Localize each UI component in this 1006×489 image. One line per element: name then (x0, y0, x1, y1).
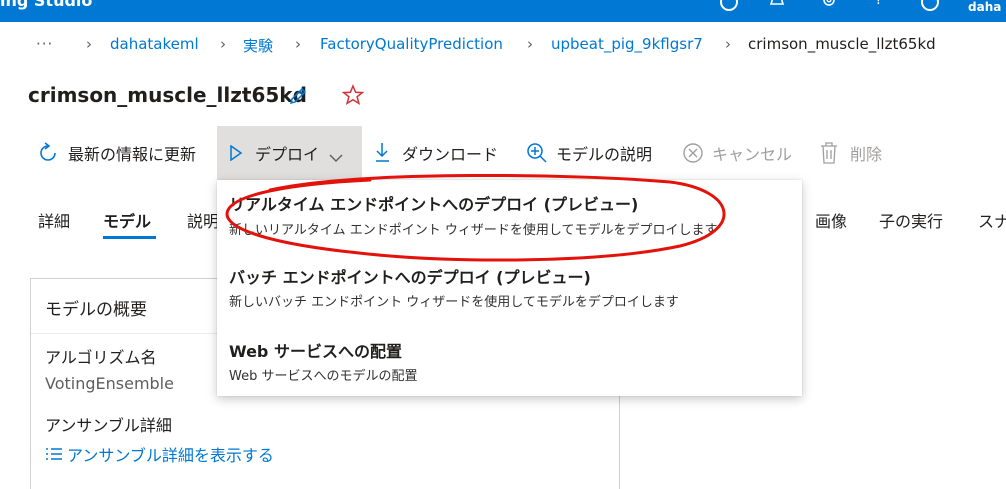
user-name[interactable]: daha (968, 0, 1001, 14)
play-icon (229, 144, 243, 162)
bell-icon[interactable] (769, 0, 785, 8)
active-tab-indicator (103, 236, 156, 239)
refresh-label: 最新の情報に更新 (68, 145, 197, 164)
algorithm-label: アルゴリズム名 (45, 348, 157, 367)
breadcrumb-more[interactable]: ··· (36, 35, 53, 55)
chevron-right-icon: › (725, 35, 731, 53)
refresh-icon (36, 141, 60, 165)
tab-child-runs[interactable]: 子の実行 (879, 208, 943, 232)
breadcrumb-current: crimson_muscle_llzt65kd (748, 35, 936, 53)
cancel-circle-icon (682, 142, 704, 164)
chevron-right-icon: › (220, 35, 226, 53)
gear-icon[interactable] (820, 0, 838, 11)
ensemble-label: アンサンブル詳細 (45, 416, 172, 435)
breadcrumb-parent-run[interactable]: upbeat_pig_9kflgsr7 (551, 35, 703, 55)
top-app-bar: ing Studio ? daha (0, 0, 1006, 22)
zoom-in-icon (526, 142, 548, 164)
help-icon[interactable]: ? (875, 0, 882, 8)
tab-snapshot[interactable]: スナ (978, 208, 1006, 232)
breadcrumb-experiments[interactable]: 実験 (243, 35, 273, 55)
delete-button[interactable]: 削除 (820, 126, 882, 180)
red-annotation-circle (225, 173, 726, 262)
ensemble-details-link[interactable]: アンサンブル詳細を表示する (67, 442, 274, 466)
algorithm-value: VotingEnsemble (45, 374, 174, 393)
chevron-down-icon (329, 148, 343, 162)
chevron-right-icon: › (527, 35, 533, 53)
delete-label: 削除 (850, 145, 883, 164)
refresh-button[interactable]: 最新の情報に更新 (36, 126, 196, 180)
menu-item-batch-desc: 新しいバッチ エンドポイント ウィザードを使用してモデルをデプロイします (229, 295, 679, 310)
cancel-label: キャンセル (712, 145, 793, 164)
download-icon (374, 142, 392, 164)
list-icon (45, 446, 63, 462)
tab-model[interactable]: モデル (103, 208, 151, 232)
breadcrumb-workspace[interactable]: dahatakeml (110, 35, 199, 55)
star-favorite-icon[interactable] (341, 84, 365, 106)
menu-item-web-service-title: Web サービスへの配置 (229, 342, 402, 361)
chevron-right-icon: › (295, 35, 301, 53)
page-title: crimson_muscle_llzt65kd (28, 83, 307, 107)
tab-details[interactable]: 詳細 (38, 208, 70, 232)
tab-images[interactable]: 画像 (815, 208, 847, 232)
deploy-label: デプロイ (255, 145, 320, 164)
trash-icon (820, 142, 838, 164)
explain-label: モデルの説明 (556, 145, 653, 164)
feedback-icon[interactable] (720, 0, 738, 11)
chevron-right-icon: › (86, 35, 92, 53)
card-title: モデルの概要 (45, 300, 147, 320)
account-settings-icon[interactable] (921, 0, 939, 11)
download-label: ダウンロード (402, 145, 499, 164)
edit-pencil-icon[interactable] (288, 86, 308, 106)
app-title: ing Studio (0, 0, 93, 10)
menu-item-web-service-desc: Web サービスへのモデルの配置 (229, 369, 418, 384)
breadcrumb-experiment[interactable]: FactoryQualityPrediction (320, 35, 503, 55)
